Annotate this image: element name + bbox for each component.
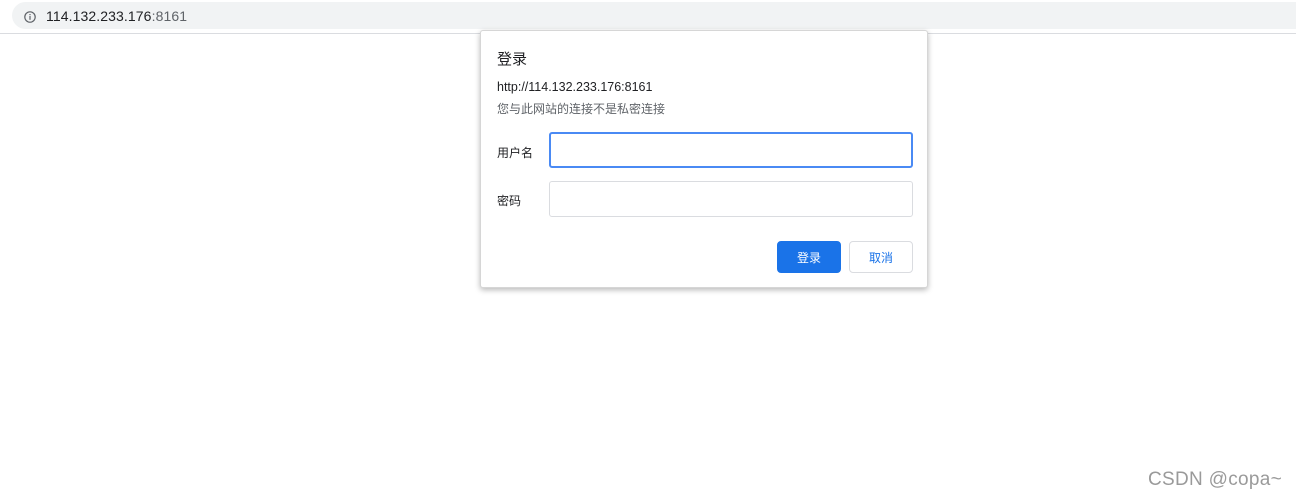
info-icon[interactable] [24,10,36,23]
connection-warning: 您与此网站的连接不是私密连接 [497,102,666,116]
password-input[interactable] [549,181,913,217]
username-input[interactable] [549,132,913,168]
address-url[interactable]: 114.132.233.176:8161 [46,8,187,24]
dialog-title: 登录 [497,51,528,68]
watermark: CSDN @copa~ [1148,469,1282,490]
cancel-button[interactable]: 取消 [849,241,913,273]
login-button[interactable]: 登录 [777,241,841,273]
address-bar[interactable]: 114.132.233.176:8161 [12,2,1296,29]
url-host: 114.132.233.176 [46,7,152,24]
username-label: 用户名 [497,146,534,160]
browser-toolbar: 114.132.233.176:8161 [0,0,1296,34]
password-label: 密码 [497,194,522,208]
dialog-url: http://114.132.233.176:8161 [497,80,653,94]
url-port: :8161 [151,7,188,24]
http-auth-dialog: 登录 http://114.132.233.176:8161 您与此网站的连接不… [480,30,928,288]
